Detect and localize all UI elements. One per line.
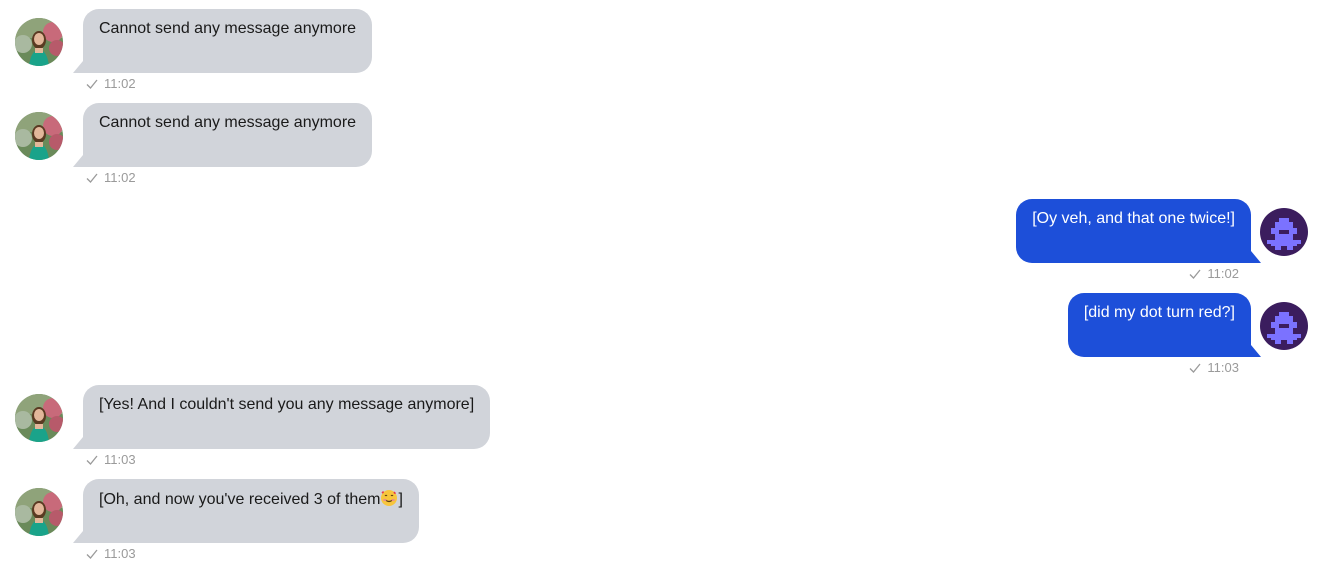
outgoing-message-bubble[interactable]: [Oy veh, and that one twice!] <box>1016 199 1251 263</box>
message-time: 11:03 <box>104 452 136 467</box>
check-icon <box>86 454 98 466</box>
message-row: Cannot send any message anymore 11:02 <box>0 94 1323 188</box>
message-time: 11:02 <box>1207 266 1239 281</box>
message-row: [Oy veh, and that one twice!] 11:02 <box>0 190 1323 284</box>
smiling-face-with-hearts-emoji-icon <box>380 489 398 513</box>
incoming-message-bubble[interactable]: Cannot send any message anymore <box>83 9 373 73</box>
message-meta: 11:02 <box>86 170 136 186</box>
contact-avatar[interactable] <box>15 18 63 66</box>
message-meta: 11:02 <box>1189 266 1239 282</box>
check-icon <box>86 548 98 560</box>
message-text: Cannot send any message anymore <box>99 20 357 37</box>
message-text: [Oh, and now you've received 3 of them <box>99 491 381 508</box>
check-icon <box>1189 268 1201 280</box>
contact-avatar[interactable] <box>15 394 63 442</box>
chat-thread: Cannot send any message anymore 11:02 Ca… <box>0 0 1323 566</box>
message-text: [Yes! And I couldn't send you any messag… <box>99 396 475 413</box>
message-time: 11:02 <box>104 170 136 185</box>
incoming-message-bubble[interactable]: Cannot send any message anymore <box>83 103 373 167</box>
message-row: [did my dot turn red?] 11:03 <box>0 284 1323 378</box>
message-text: Cannot send any message anymore <box>99 114 357 131</box>
message-meta: 11:03 <box>86 452 136 468</box>
message-meta: 11:03 <box>86 546 136 562</box>
message-time: 11:03 <box>104 546 136 561</box>
check-icon <box>86 78 98 90</box>
message-text: [did my dot turn red?] <box>1083 304 1235 321</box>
contact-avatar[interactable] <box>15 488 63 536</box>
incoming-message-bubble[interactable]: [Yes! And I couldn't send you any messag… <box>83 385 491 449</box>
check-icon <box>1189 362 1201 374</box>
incoming-message-bubble[interactable]: [Oh, and now you've received 3 of them ] <box>83 479 419 543</box>
message-row: [Oh, and now you've received 3 of them ]… <box>0 470 1323 564</box>
check-icon <box>86 172 98 184</box>
outgoing-message-bubble[interactable]: [did my dot turn red?] <box>1067 293 1251 357</box>
message-text: ] <box>398 491 403 508</box>
self-avatar[interactable] <box>1260 208 1308 256</box>
message-time: 11:02 <box>104 76 136 91</box>
message-text: [Oy veh, and that one twice!] <box>1032 210 1235 227</box>
message-meta: 11:03 <box>1189 360 1239 376</box>
message-row: Cannot send any message anymore 11:02 <box>0 0 1323 94</box>
self-avatar[interactable] <box>1260 302 1308 350</box>
message-meta: 11:02 <box>86 76 136 92</box>
message-time: 11:03 <box>1207 360 1239 375</box>
message-row: [Yes! And I couldn't send you any messag… <box>0 376 1323 470</box>
contact-avatar[interactable] <box>15 112 63 160</box>
